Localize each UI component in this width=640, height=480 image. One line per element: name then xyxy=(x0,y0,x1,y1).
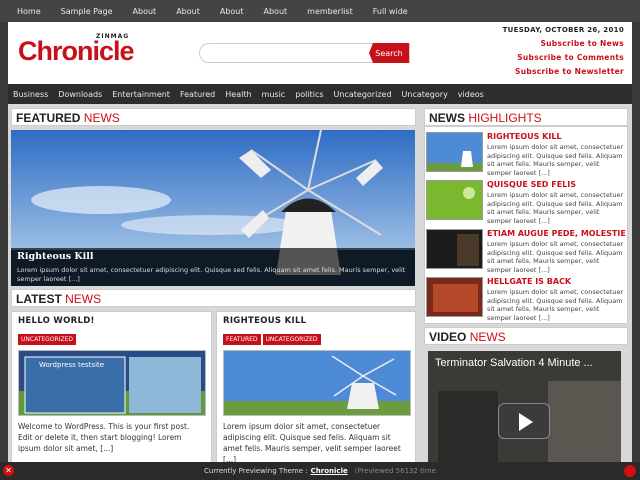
site-header: ZINMAG Chronicle Search TUESDAY, OCTOBER… xyxy=(8,22,632,84)
play-icon[interactable] xyxy=(498,403,550,439)
post-tag[interactable]: UNCATEGORIZED xyxy=(262,334,321,345)
post-card: HELLO WORLD! UNCATEGORIZED Wordpress tes… xyxy=(11,311,212,466)
highlight-thumb[interactable] xyxy=(426,277,483,317)
post-excerpt: Welcome to WordPress. This is your first… xyxy=(18,422,190,453)
cat-uncategorized[interactable]: Uncategorized xyxy=(334,90,392,99)
search-input[interactable] xyxy=(208,46,368,60)
preview-label: Currently Previewing Theme : xyxy=(204,467,308,475)
nav-about-2[interactable]: About xyxy=(176,7,200,16)
cat-uncategory[interactable]: Uncategory xyxy=(402,90,448,99)
search-box: Search xyxy=(199,43,410,63)
nav-about-1[interactable]: About xyxy=(133,7,157,16)
cat-entertainment[interactable]: Entertainment xyxy=(112,90,170,99)
nav-memberlist[interactable]: memberlist xyxy=(307,7,353,16)
cat-featured[interactable]: Featured xyxy=(180,90,215,99)
featured-heading-bold: FEATURED xyxy=(16,111,81,125)
cat-business[interactable]: Business xyxy=(13,90,48,99)
highlight-item: RIGHTEOUS KILL Lorem ipsum dolor sit ame… xyxy=(424,132,626,179)
subscribe-comments-link[interactable]: Subscribe to Comments xyxy=(503,53,624,62)
post-tag[interactable]: UNCATEGORIZED xyxy=(18,334,76,345)
logo-title: Chronicle xyxy=(18,36,135,66)
highlight-text: Lorem ipsum dolor sit amet, consectetuer… xyxy=(487,143,624,177)
cat-health[interactable]: Health xyxy=(225,90,251,99)
latest-heading-bold: LATEST xyxy=(16,292,62,306)
highlight-text: Lorem ipsum dolor sit amet, consectetuer… xyxy=(487,288,624,322)
highlight-item: QUISQUE SED FELIS Lorem ipsum dolor sit … xyxy=(424,180,626,227)
highlights-heading: NEWS HIGHLIGHTS xyxy=(424,108,628,126)
header-info: TUESDAY, OCTOBER 26, 2010 Subscribe to N… xyxy=(503,26,624,81)
highlights-heading-red: HIGHLIGHTS xyxy=(468,111,542,125)
cat-videos[interactable]: videos xyxy=(458,90,484,99)
highlight-title[interactable]: QUISQUE SED FELIS xyxy=(487,180,576,189)
post-excerpt: Lorem ipsum dolor sit amet, consectetuer… xyxy=(223,422,401,464)
featured-title[interactable]: Righteous Kill xyxy=(17,251,409,262)
highlight-thumb[interactable] xyxy=(426,229,483,269)
featured-heading: FEATURED NEWS xyxy=(11,108,416,126)
green-field-image xyxy=(427,181,482,219)
close-icon[interactable] xyxy=(624,465,636,477)
nav-full-wide[interactable]: Full wide xyxy=(373,7,408,16)
video-heading-bold: VIDEO xyxy=(429,330,467,344)
post-card: RIGHTEOUS KILL FEATURED UNCATEGORIZED Lor… xyxy=(216,311,416,466)
top-nav: Home Sample Page About About About About… xyxy=(0,0,640,22)
highlight-title[interactable]: ETIAM AUGUE PEDE, MOLESTIE xyxy=(487,229,626,238)
highlight-thumb[interactable] xyxy=(426,132,483,172)
featured-slide[interactable]: Righteous Kill Lorem ipsum dolor sit ame… xyxy=(11,130,415,286)
subscribe-news-link[interactable]: Subscribe to News xyxy=(503,39,624,48)
video-title: Terminator Salvation 4 Minute ... xyxy=(435,357,593,369)
featured-excerpt: Lorem ipsum dolor sit amet, consectetuer… xyxy=(17,266,406,283)
highlight-title[interactable]: RIGHTEOUS KILL xyxy=(487,132,562,141)
post-tag[interactable]: FEATURED xyxy=(223,334,261,345)
highlight-text: Lorem ipsum dolor sit amet, consectetuer… xyxy=(487,240,624,274)
latest-heading: LATEST NEWS xyxy=(11,289,416,307)
featured-caption: Righteous Kill Lorem ipsum dolor sit ame… xyxy=(11,248,415,286)
post-thumbnail[interactable] xyxy=(223,350,411,416)
preview-theme-link[interactable]: Chronicle xyxy=(311,467,348,475)
search-button[interactable]: Search xyxy=(369,43,409,63)
cat-politics[interactable]: politics xyxy=(295,90,323,99)
cat-downloads[interactable]: Downloads xyxy=(58,90,102,99)
highlight-item: HELLGATE IS BACK Lorem ipsum dolor sit a… xyxy=(424,277,626,324)
post-thumbnail[interactable]: Wordpress testsite xyxy=(18,350,206,416)
highlight-text: Lorem ipsum dolor sit amet, consectetuer… xyxy=(487,191,624,225)
post-title[interactable]: HELLO WORLD! xyxy=(18,316,205,326)
video-heading-red: NEWS xyxy=(469,330,506,344)
theme-preview-bar: ✕ Currently Previewing Theme : Chronicle… xyxy=(0,462,640,480)
site-logo[interactable]: ZINMAG Chronicle xyxy=(18,30,168,72)
highlight-item: ETIAM AUGUE PEDE, MOLESTIE Lorem ipsum d… xyxy=(424,229,626,276)
nav-about-3[interactable]: About xyxy=(220,7,244,16)
current-date: TUESDAY, OCTOBER 26, 2010 xyxy=(502,26,624,34)
category-nav: Business Downloads Entertainment Feature… xyxy=(8,84,632,104)
nav-about-4[interactable]: About xyxy=(264,7,288,16)
windmill-thumb-image xyxy=(224,351,410,415)
post-title[interactable]: RIGHTEOUS KILL xyxy=(223,316,409,326)
preview-count: (Previewed 56132 time xyxy=(354,467,436,475)
dark-poster-image xyxy=(427,230,482,268)
cat-music[interactable]: music xyxy=(262,90,286,99)
thumb-label: Wordpress testsite xyxy=(39,361,104,369)
highlights-heading-bold: NEWS xyxy=(429,111,465,125)
highlight-title[interactable]: HELLGATE IS BACK xyxy=(487,277,571,286)
highlight-thumb[interactable] xyxy=(426,180,483,220)
latest-heading-red: NEWS xyxy=(65,292,102,306)
nav-home[interactable]: Home xyxy=(17,7,41,16)
video-player[interactable]: Terminator Salvation 4 Minute ... xyxy=(428,351,621,466)
nav-sample-page[interactable]: Sample Page xyxy=(61,7,113,16)
game-art-image xyxy=(427,278,482,316)
wordpress-thumb-image: Wordpress testsite xyxy=(19,351,205,415)
featured-heading-red: NEWS xyxy=(83,111,120,125)
windmill-small-image xyxy=(427,133,482,171)
subscribe-newsletter-link[interactable]: Subscribe to Newsletter xyxy=(503,67,624,76)
close-icon[interactable]: ✕ xyxy=(3,465,14,476)
video-heading: VIDEO NEWS xyxy=(424,327,628,345)
